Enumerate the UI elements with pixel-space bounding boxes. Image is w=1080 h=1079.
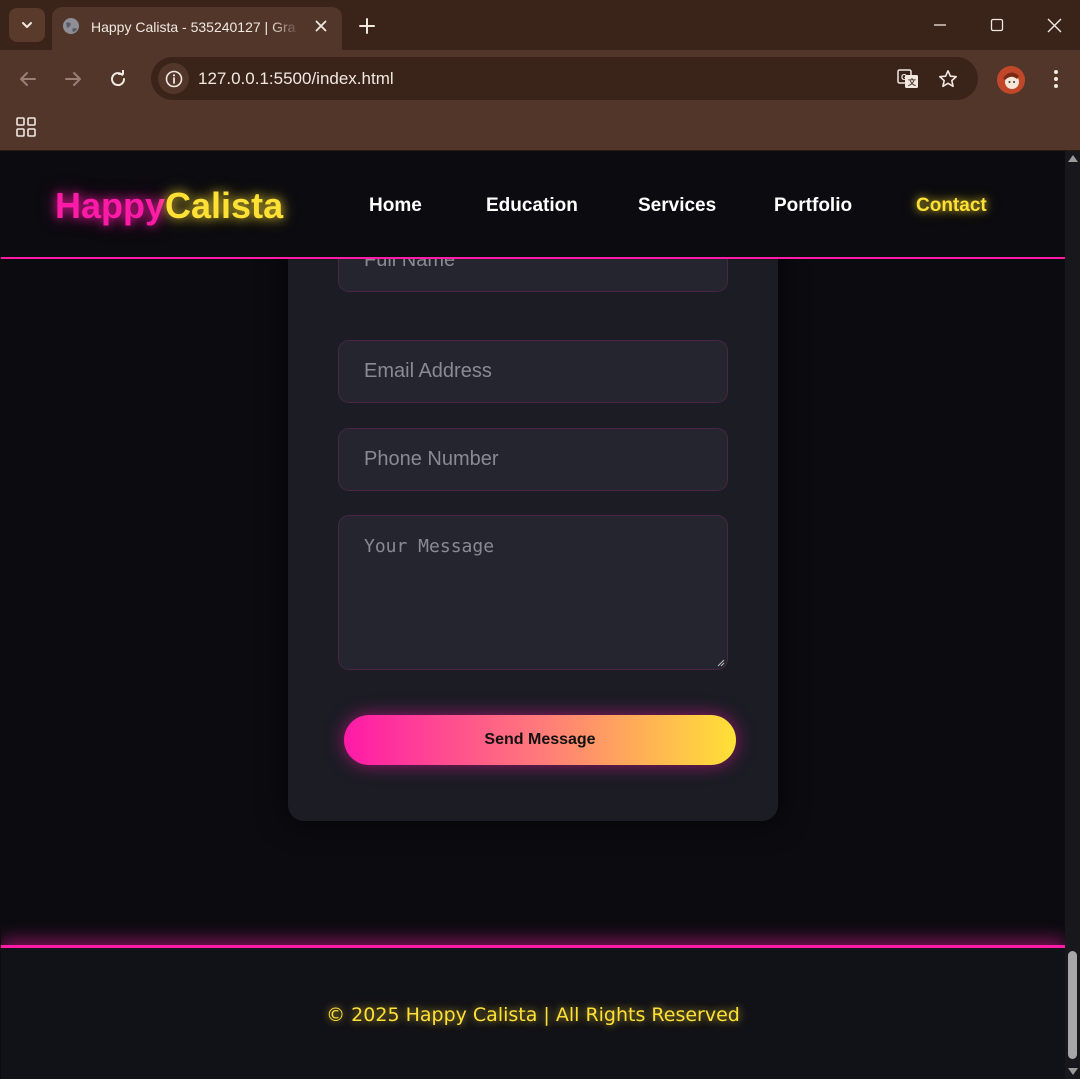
site-info-button[interactable] <box>158 63 189 94</box>
close-icon <box>315 20 327 32</box>
info-icon <box>165 70 182 87</box>
maximize-icon <box>990 18 1004 32</box>
arrow-left-icon <box>20 72 36 86</box>
browser-tab-strip: Happy Calista - 535240127 | Gra <box>0 0 1080 50</box>
plus-icon <box>359 18 375 34</box>
send-message-button[interactable]: Send Message <box>344 715 736 765</box>
nav-home[interactable]: Home <box>369 194 422 218</box>
kebab-menu-icon <box>1054 70 1058 88</box>
apps-grid-icon[interactable] <box>15 116 37 138</box>
page-viewport: Full Name Email Address Phone Number You… <box>1 151 1065 1079</box>
avatar[interactable] <box>997 66 1025 94</box>
reload-icon <box>111 70 126 87</box>
nav-portfolio[interactable]: Portfolio <box>774 194 852 218</box>
svg-text:G: G <box>901 73 907 82</box>
star-icon <box>939 70 957 88</box>
phone-field[interactable]: Phone Number <box>338 428 728 491</box>
minimize-icon <box>934 24 946 26</box>
browser-toolbar: 127.0.0.1:5500/index.html G 文 <box>0 50 1080 108</box>
logo-part-calista: Calista <box>165 185 284 226</box>
footer-copyright: © 2025 Happy Calista | All Rights Reserv… <box>326 1004 740 1026</box>
globe-icon <box>63 18 79 34</box>
profile-avatar-icon <box>997 66 1025 94</box>
nav-contact[interactable]: Contact <box>916 194 987 218</box>
minimize-button[interactable] <box>925 10 955 40</box>
site-footer: © 2025 Happy Calista | All Rights Reserv… <box>1 945 1065 1079</box>
bookmarks-bar <box>0 108 1080 151</box>
maximize-button[interactable] <box>982 10 1012 40</box>
back-button[interactable] <box>15 66 41 92</box>
forward-button[interactable] <box>60 66 86 92</box>
site-logo[interactable]: HappyCalista <box>55 185 283 227</box>
browser-menu-button[interactable] <box>1044 66 1068 92</box>
nav-services[interactable]: Services <box>638 194 716 218</box>
message-textarea[interactable]: Your Message <box>338 515 728 670</box>
tab-title: Happy Calista - 535240127 | Gra <box>91 19 296 35</box>
scroll-down-arrow-icon[interactable] <box>1068 1068 1078 1075</box>
tab-search-button[interactable] <box>9 8 45 42</box>
address-bar[interactable]: 127.0.0.1:5500/index.html G 文 <box>151 57 978 100</box>
nav-education[interactable]: Education <box>486 194 578 218</box>
translate-button[interactable]: G 文 <box>896 67 920 91</box>
logo-part-happy: Happy <box>55 185 166 226</box>
svg-text:文: 文 <box>908 77 917 87</box>
email-field[interactable]: Email Address <box>338 340 728 403</box>
bookmark-button[interactable] <box>936 67 960 91</box>
resize-grip-icon[interactable] <box>717 659 725 667</box>
page-scrollbar[interactable] <box>1065 151 1080 1079</box>
new-tab-button[interactable] <box>356 15 378 37</box>
site-header: HappyCalista Home Education Services Por… <box>1 151 1065 259</box>
window-close-button[interactable] <box>1039 10 1069 40</box>
message-placeholder: Your Message <box>364 536 495 557</box>
reload-button[interactable] <box>105 66 131 92</box>
scroll-up-arrow-icon[interactable] <box>1068 155 1078 162</box>
scrollbar-thumb[interactable] <box>1068 951 1077 1059</box>
tab-close-button[interactable] <box>311 16 331 36</box>
translate-icon: G 文 <box>897 69 918 88</box>
browser-tab[interactable]: Happy Calista - 535240127 | Gra <box>52 7 342 50</box>
arrow-right-icon <box>65 72 81 86</box>
url-text: 127.0.0.1:5500/index.html <box>198 69 394 88</box>
chevron-down-icon <box>22 22 32 28</box>
close-icon <box>1047 18 1061 32</box>
contact-form-card: Full Name Email Address Phone Number You… <box>288 191 778 821</box>
